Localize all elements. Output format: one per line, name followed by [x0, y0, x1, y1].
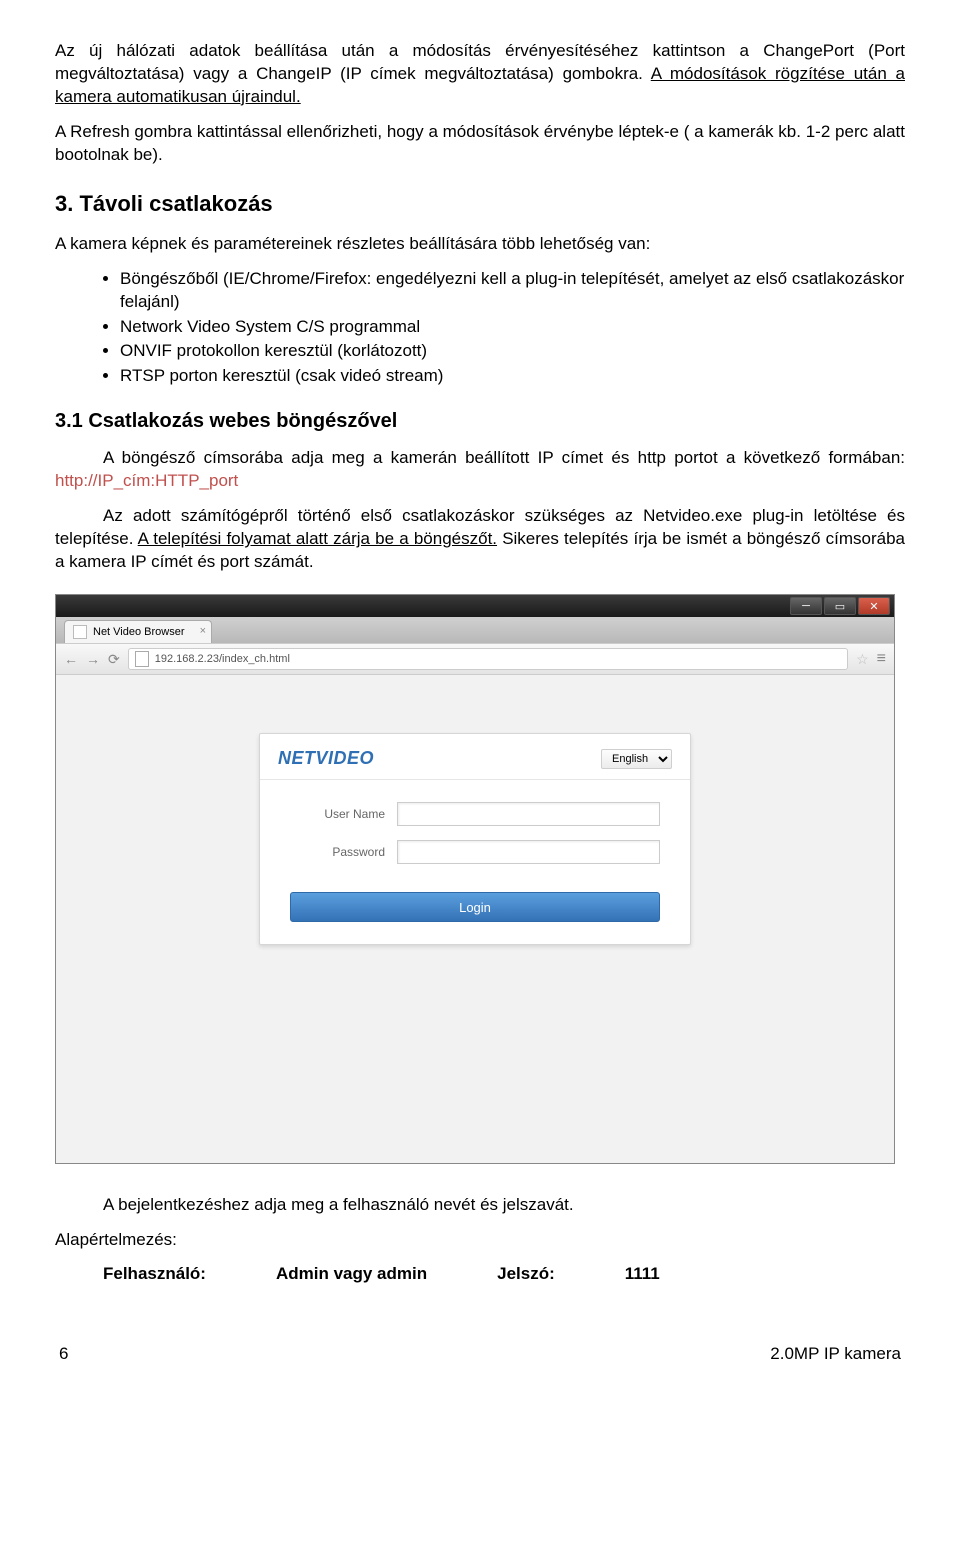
- brand-logo: NETVIDEO: [278, 748, 374, 769]
- close-button[interactable]: ✕: [858, 597, 890, 615]
- page-number: 6: [59, 1344, 68, 1364]
- creds-user-value: Admin vagy admin: [276, 1264, 427, 1284]
- heading-remote-connection: 3. Távoli csatlakozás: [55, 191, 905, 217]
- creds-pass-label: Jelszó:: [497, 1264, 555, 1284]
- paragraph-6: A bejelentkezéshez adja meg a felhasznál…: [55, 1194, 905, 1217]
- language-select[interactable]: English: [601, 749, 672, 769]
- paragraph-1: Az új hálózati adatok beállítása után a …: [55, 40, 905, 109]
- paragraph-7: Alapértelmezés:: [55, 1229, 905, 1252]
- minimize-button[interactable]: ─: [790, 597, 822, 615]
- text-underline: A telepítési folyamat alatt zárja be a b…: [138, 529, 497, 548]
- default-credentials: Felhasználó: Admin vagy admin Jelszó: 11…: [55, 1264, 905, 1284]
- password-label: Password: [290, 845, 397, 859]
- browser-tab[interactable]: Net Video Browser ×: [64, 620, 212, 643]
- tab-title: Net Video Browser: [93, 626, 185, 638]
- url-field[interactable]: 192.168.2.23/index_ch.html: [128, 648, 848, 670]
- page-footer: 6 2.0MP IP kamera: [55, 1344, 905, 1364]
- heading-browser-connection: 3.1 Csatlakozás webes böngészővel: [55, 410, 905, 433]
- paragraph-5: Az adott számítógépről történő első csat…: [55, 505, 905, 574]
- username-input[interactable]: [397, 802, 660, 826]
- list-item: Network Video System C/S programmal: [120, 316, 905, 339]
- forward-icon[interactable]: →: [86, 651, 100, 667]
- username-label: User Name: [290, 807, 397, 821]
- browser-screenshot: ─ ▭ ✕ Net Video Browser × ← → ⟳ 192.168.…: [55, 594, 895, 1164]
- creds-user-label: Felhasználó:: [103, 1264, 206, 1284]
- creds-pass-value: 1111: [625, 1264, 660, 1284]
- password-input[interactable]: [397, 840, 660, 864]
- doc-title: 2.0MP IP kamera: [770, 1344, 901, 1364]
- login-button[interactable]: Login: [290, 892, 660, 922]
- list-item: RTSP porton keresztül (csak videó stream…: [120, 365, 905, 388]
- list-item: ONVIF protokollon keresztül (korlátozott…: [120, 340, 905, 363]
- paragraph-3: A kamera képnek és paramétereinek részle…: [55, 233, 905, 256]
- login-panel: NETVIDEO English User Name Password: [259, 733, 691, 945]
- page-viewport: NETVIDEO English User Name Password: [56, 675, 894, 1163]
- window-title-bar: ─ ▭ ✕: [56, 595, 894, 617]
- address-bar: ← → ⟳ 192.168.2.23/index_ch.html ☆ ≡: [56, 643, 894, 675]
- back-icon[interactable]: ←: [64, 651, 78, 667]
- close-tab-icon[interactable]: ×: [200, 625, 206, 637]
- bookmark-icon[interactable]: ☆: [856, 651, 869, 668]
- list-item: Böngészőből (IE/Chrome/Firefox: engedély…: [120, 268, 905, 314]
- paragraph-2: A Refresh gombra kattintással ellenőrizh…: [55, 121, 905, 167]
- url-example: http://IP_cím:HTTP_port: [55, 471, 238, 490]
- options-list: Böngészőből (IE/Chrome/Firefox: engedély…: [55, 268, 905, 389]
- paragraph-4: A böngésző címsorába adja meg a kamerán …: [55, 447, 905, 493]
- page-icon: [135, 651, 149, 667]
- text: A böngésző címsorába adja meg a kamerán …: [103, 448, 905, 467]
- reload-icon[interactable]: ⟳: [108, 651, 120, 668]
- menu-icon[interactable]: ≡: [877, 650, 886, 668]
- maximize-button[interactable]: ▭: [824, 597, 856, 615]
- page-icon: [73, 625, 87, 639]
- url-text: 192.168.2.23/index_ch.html: [155, 653, 290, 665]
- tab-bar: Net Video Browser ×: [56, 617, 894, 643]
